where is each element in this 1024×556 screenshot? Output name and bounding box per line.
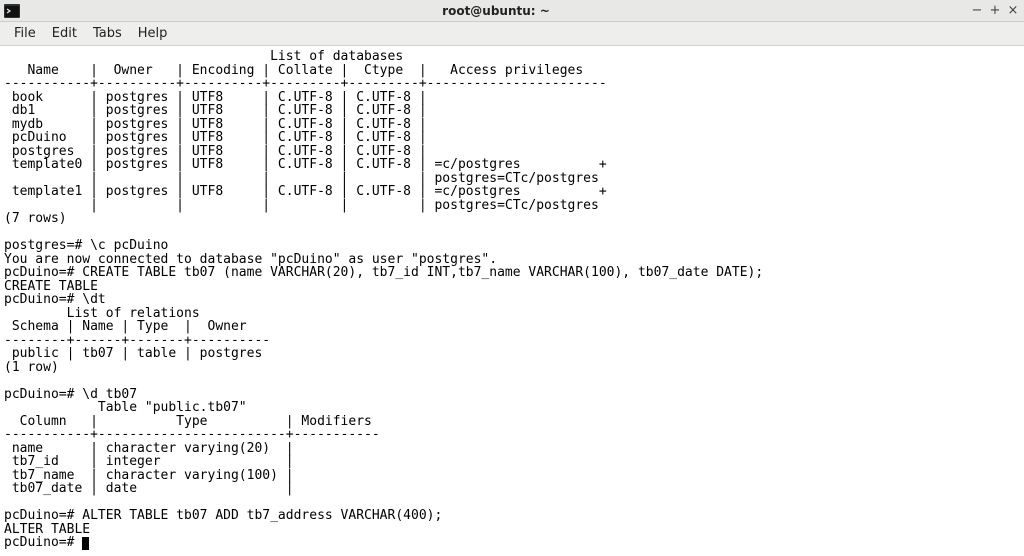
terminal-icon — [4, 4, 20, 18]
minimize-button[interactable]: − — [970, 4, 984, 18]
close-button[interactable]: × — [1006, 4, 1020, 18]
cursor-icon — [82, 537, 89, 550]
prompt-text: pcDuino=# — [4, 535, 82, 550]
window-title: root@ubuntu: ~ — [26, 4, 966, 18]
menu-edit[interactable]: Edit — [44, 24, 85, 43]
menu-file[interactable]: File — [6, 24, 44, 43]
maximize-button[interactable]: + — [988, 4, 1002, 18]
prompt-line[interactable]: pcDuino=# — [4, 535, 89, 550]
titlebar: root@ubuntu: ~ − + × — [0, 0, 1024, 22]
menu-tabs[interactable]: Tabs — [85, 24, 130, 43]
menu-help[interactable]: Help — [130, 24, 176, 43]
terminal[interactable]: List of databases Name | Owner | Encodin… — [0, 46, 1024, 556]
menubar: File Edit Tabs Help — [0, 22, 1024, 46]
